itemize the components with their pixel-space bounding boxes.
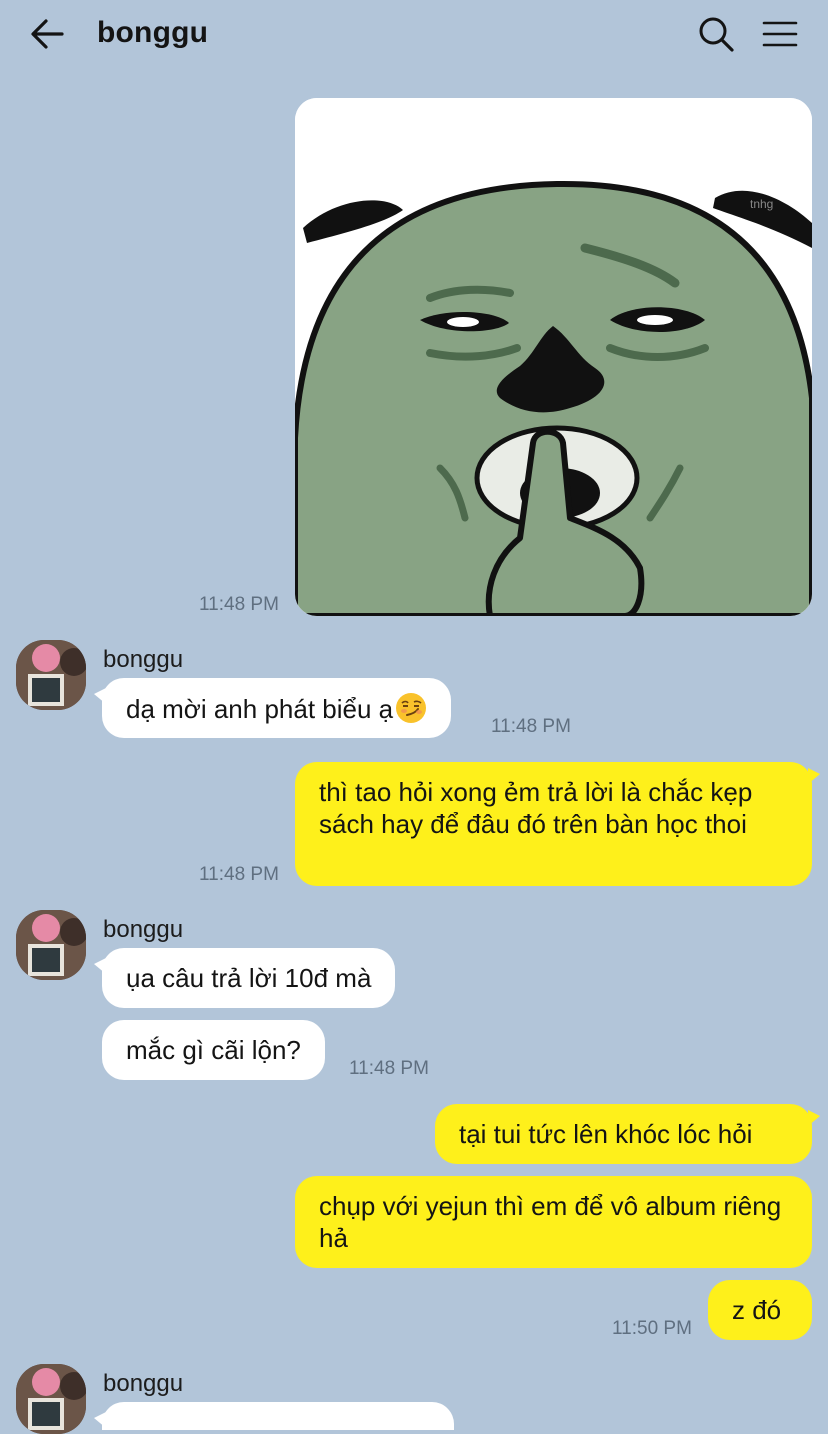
chat-header: bonggu	[0, 0, 828, 70]
search-button[interactable]	[696, 14, 736, 54]
incoming-message-bubble[interactable]	[94, 1402, 454, 1430]
sticker-image[interactable]: tnhg	[295, 98, 812, 616]
avatar[interactable]	[16, 640, 86, 710]
arrow-left-icon	[31, 19, 64, 49]
incoming-message-bubble[interactable]: ụa câu trả lời 10đ mà	[93, 948, 396, 1008]
outgoing-message-bubble[interactable]: thì tao hỏi xong ẻm trả lời là chắc kẹp …	[295, 762, 820, 886]
sender-name: bonggu	[103, 916, 184, 943]
message-time: 11:50 PM	[612, 1318, 692, 1339]
hamburger-menu-icon	[762, 21, 798, 47]
sender-name: bonggu	[103, 1370, 184, 1397]
incoming-message-bubble[interactable]: dạ mời anh phát biểu ạ	[93, 678, 452, 738]
sender-name: bonggu	[103, 646, 184, 673]
message-text: ụa câu trả lời 10đ mà	[126, 963, 372, 993]
message-time: 11:48 PM	[199, 864, 279, 885]
profile-photo-icon	[16, 910, 86, 980]
incoming-message-bubble[interactable]: mắc gì cãi lộn?	[102, 1020, 325, 1080]
message-time: 11:48 PM	[349, 1058, 429, 1079]
message-text: mắc gì cãi lộn?	[126, 1035, 301, 1065]
menu-button[interactable]	[760, 14, 800, 54]
message-text: dạ mời anh phát biểu ạ	[126, 694, 394, 724]
message-text: tại tui tức lên khóc lóc hỏi	[459, 1119, 753, 1149]
outgoing-message-bubble[interactable]: chụp với yejun thì em để vô album riêng …	[295, 1176, 812, 1268]
message-text: chụp với yejun thì em để vô album riêng …	[319, 1191, 782, 1253]
sticker-watermark: tnhg	[750, 197, 773, 211]
message-text: z đó	[732, 1295, 782, 1325]
outgoing-message-bubble[interactable]: z đó	[708, 1280, 812, 1340]
chat-title: bonggu	[97, 16, 209, 49]
back-button[interactable]	[28, 14, 68, 54]
profile-photo-icon	[16, 640, 86, 710]
smirking-face-emoji-icon	[396, 693, 427, 723]
avatar[interactable]	[16, 910, 86, 980]
outgoing-message-bubble[interactable]: tại tui tức lên khóc lóc hỏi	[435, 1104, 820, 1164]
avatar[interactable]	[16, 1364, 86, 1434]
message-text: thì tao hỏi xong ẻm trả lời là chắc kẹp …	[319, 777, 753, 839]
profile-photo-icon	[16, 1364, 86, 1434]
message-time: 11:48 PM	[199, 594, 279, 615]
shush-dog-sticker-icon: tnhg	[295, 98, 812, 616]
message-time: 11:48 PM	[491, 716, 571, 737]
search-icon	[699, 17, 734, 52]
